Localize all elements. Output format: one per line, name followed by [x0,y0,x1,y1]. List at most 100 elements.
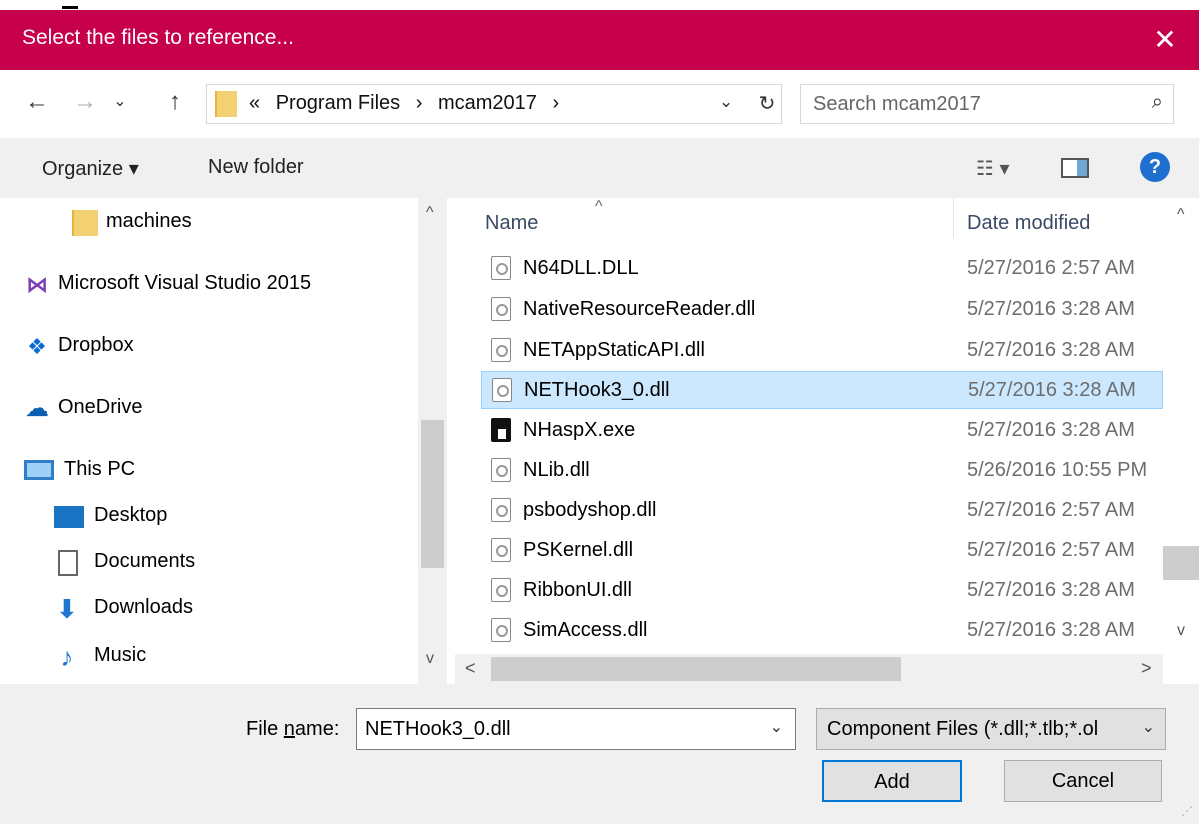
add-button[interactable]: Add [822,760,962,802]
downloads-icon: ⬇ [56,594,78,624]
column-header-name[interactable]: Name [485,212,538,235]
scroll-down-icon[interactable]: v [426,650,434,668]
table-row[interactable]: NativeResourceReader.dll 5/27/2016 3:28 … [481,291,1163,329]
breadcrumb-overflow[interactable]: « [249,92,260,114]
scroll-thumb[interactable] [491,657,901,681]
sidebar-item-label: machines [106,210,192,232]
close-button[interactable]: ✕ [1147,20,1183,60]
sidebar-item-machines[interactable]: machines [0,202,418,242]
file-date: 5/27/2016 3:28 AM [967,419,1135,441]
desktop-icon [54,506,84,528]
address-bar[interactable]: « Program Files › mcam2017 › ⌄ ↻ [206,84,782,124]
title-bar: Select the files to reference... ✕ [0,10,1199,70]
table-row[interactable]: NHaspX.exe 5/27/2016 3:28 AM [481,412,1163,450]
file-name-label-part: File [246,718,284,740]
file-date: 5/26/2016 10:55 PM [967,459,1148,481]
view-options-icon[interactable]: ☷ ▾ [976,156,1010,181]
dll-file-icon [491,618,511,642]
file-list-horizontal-scrollbar[interactable]: < > [455,654,1163,684]
search-input[interactable] [813,92,1133,116]
resize-grip-icon[interactable]: ⋰ [1181,804,1193,818]
breadcrumb-mcam2017[interactable]: mcam2017 [438,92,537,114]
exe-file-icon [491,418,511,442]
up-button[interactable]: ↑ [160,84,190,120]
back-button[interactable]: ← [22,84,52,120]
scroll-down-icon[interactable]: v [1177,622,1185,640]
sidebar-item-label: Downloads [94,596,193,618]
refresh-button[interactable]: ↻ [755,91,779,116]
cancel-button[interactable]: Cancel [1004,760,1162,802]
chevron-down-icon[interactable]: ⌄ [770,717,783,737]
organize-button[interactable]: Organize ▾ [42,156,139,181]
scroll-up-icon[interactable]: ^ [1177,206,1185,224]
column-header-date-modified[interactable]: Date modified [967,212,1090,235]
file-name: N64DLL.DLL [523,257,639,279]
scroll-right-icon[interactable]: > [1141,658,1152,679]
table-row[interactable]: PSKernel.dll 5/27/2016 2:57 AM [481,532,1163,570]
computer-icon [24,460,54,480]
file-name-input[interactable] [365,717,745,741]
sidebar-item-this-pc[interactable]: This PC [0,450,418,490]
recent-locations-button[interactable]: ⌄ [108,84,132,120]
address-dropdown-button[interactable]: ⌄ [719,92,733,112]
file-date: 5/27/2016 3:28 AM [967,339,1135,361]
breadcrumb-separator[interactable]: › [552,92,559,114]
table-row[interactable]: RibbonUI.dll 5/27/2016 3:28 AM [481,572,1163,610]
sidebar-item-documents[interactable]: Documents [0,542,418,582]
new-folder-button[interactable]: New folder [208,156,304,179]
column-separator[interactable] [953,198,954,238]
file-name-label-accesskey: n [283,718,295,740]
folder-icon [72,210,98,236]
file-name: NETHook3_0.dll [524,379,670,401]
table-row[interactable]: psbodyshop.dll 5/27/2016 2:57 AM [481,492,1163,530]
sidebar-item-visual-studio[interactable]: ⋈ Microsoft Visual Studio 2015 [0,264,418,304]
search-icon[interactable]: ⌕ [1152,91,1163,114]
dll-file-icon [492,378,512,402]
scroll-left-icon[interactable]: < [465,658,476,679]
file-name-combobox[interactable]: ⌄ [356,708,796,750]
sidebar-item-downloads[interactable]: ⬇ Downloads [0,588,418,628]
file-date: 5/27/2016 2:57 AM [967,257,1135,279]
sidebar-item-label: This PC [64,458,136,480]
scroll-thumb[interactable] [1163,546,1199,580]
sidebar-item-dropbox[interactable]: ❖ Dropbox [0,326,418,366]
preview-pane-icon[interactable] [1061,158,1089,178]
forward-button[interactable]: → [70,84,100,120]
file-name-label: File name: [246,718,339,741]
sidebar-item-label: Desktop [94,504,168,526]
file-type-value: Component Files (*.dll;*.tlb;*.ol [827,718,1099,740]
scroll-up-icon[interactable]: ^ [426,204,434,222]
search-box[interactable]: ⌕ [800,84,1174,124]
bottom-panel: File name: ⌄ Component Files (*.dll;*.tl… [0,684,1199,824]
chevron-down-icon[interactable]: ⌄ [1142,717,1155,737]
onedrive-icon: ☁ [25,395,49,422]
caret-mark [62,6,78,9]
table-row[interactable]: N64DLL.DLL 5/27/2016 2:57 AM [481,250,1163,288]
table-row[interactable]: SimAccess.dll 5/27/2016 3:28 AM [481,612,1163,650]
file-date: 5/27/2016 2:57 AM [967,539,1135,561]
sort-ascending-icon: ^ [595,198,603,215]
file-type-filter[interactable]: Component Files (*.dll;*.tlb;*.ol ⌄ [816,708,1166,750]
file-date: 5/27/2016 3:28 AM [968,379,1136,401]
table-row[interactable]: NETAppStaticAPI.dll 5/27/2016 3:28 AM [481,332,1163,370]
breadcrumb-program-files[interactable]: Program Files [276,92,400,114]
help-icon[interactable]: ? [1140,152,1170,182]
sidebar-item-desktop[interactable]: Desktop [0,496,418,536]
sidebar-item-onedrive[interactable]: ☁ OneDrive [0,388,418,428]
scroll-thumb[interactable] [421,420,444,568]
top-strip [0,0,1199,10]
breadcrumb-separator[interactable]: › [416,92,423,114]
file-list-vertical-scrollbar[interactable]: ^ v [1163,198,1199,654]
table-row[interactable]: NLib.dll 5/26/2016 10:55 PM [481,452,1163,490]
dll-file-icon [491,538,511,562]
dll-file-icon [491,458,511,482]
file-list: ^ Name Date modified N64DLL.DLL 5/27/201… [455,198,1199,684]
sidebar-item-music[interactable]: ♪ Music [0,636,418,676]
file-name: NETAppStaticAPI.dll [523,339,705,361]
navigation-pane: machines ⋈ Microsoft Visual Studio 2015 … [0,198,447,684]
sidebar-scrollbar[interactable]: ^ v [418,198,447,684]
file-date: 5/27/2016 3:28 AM [967,298,1135,320]
file-date: 5/27/2016 3:28 AM [967,579,1135,601]
table-row-selected[interactable]: NETHook3_0.dll 5/27/2016 3:28 AM [481,371,1163,409]
file-name: NHaspX.exe [523,419,636,441]
